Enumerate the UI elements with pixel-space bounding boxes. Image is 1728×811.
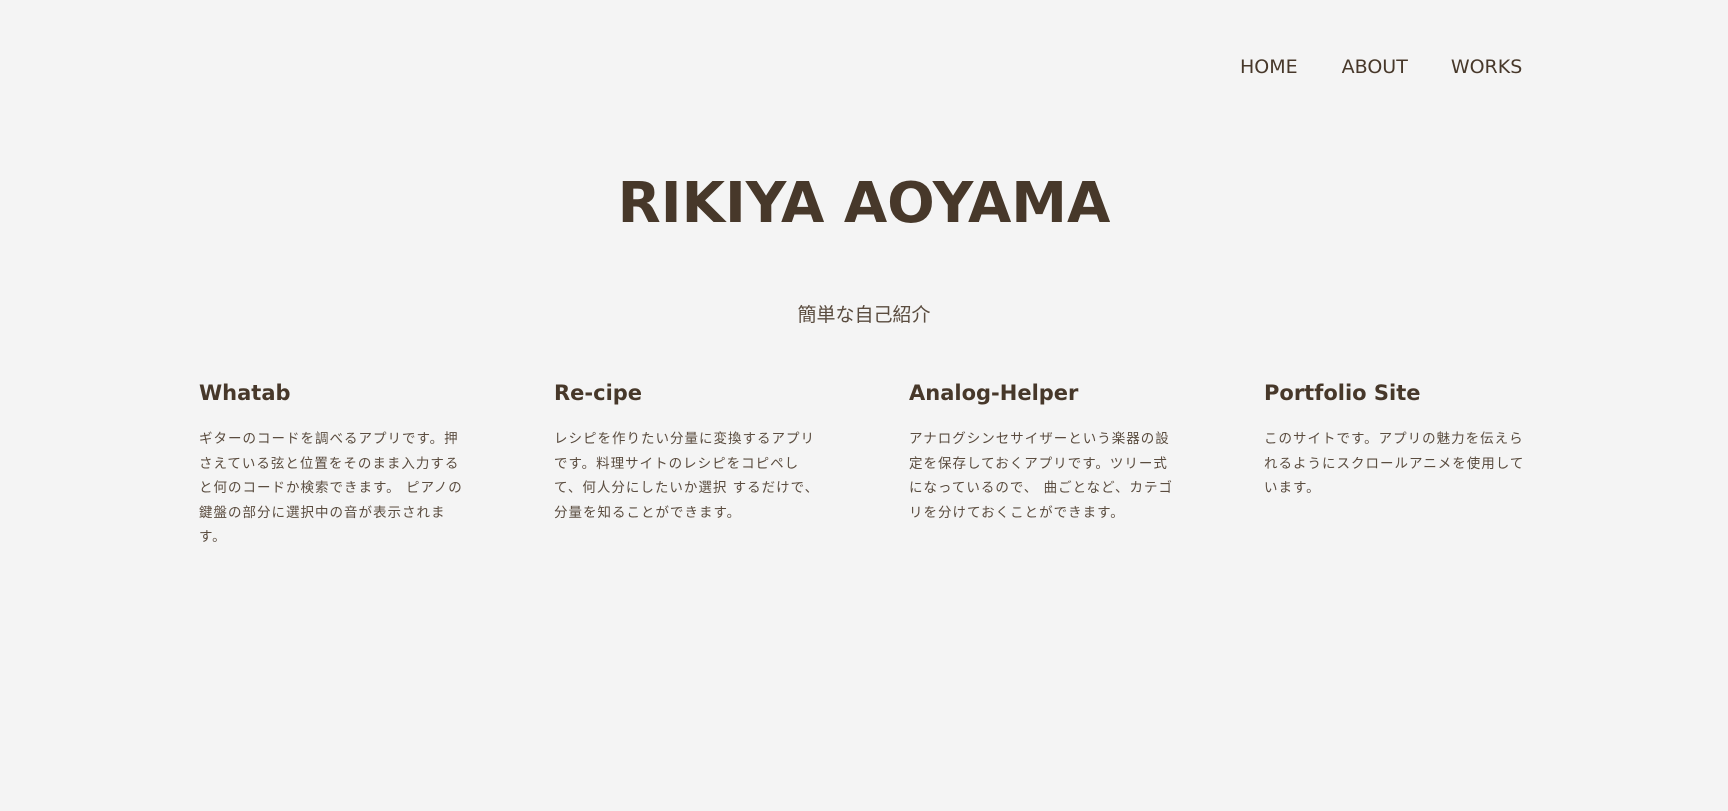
work-description: レシピを作りたい分量に変換するアプリです。料理サイトのレシピをコピペして、何人分…	[554, 431, 820, 521]
work-card-analog-helper: Analog-Helper アナログシンセサイザーという楽器の設定を保存しておく…	[909, 378, 1179, 525]
work-title: Portfolio Site	[1264, 381, 1421, 405]
work-card-re-cipe: Re-cipe レシピを作りたい分量に変換するアプリです。料理サイトのレシピをコ…	[554, 378, 824, 525]
page-subtitle: 簡単な自己紹介	[797, 304, 931, 326]
work-card-portfolio-site: Portfolio Site このサイトです。アプリの魅力を伝えられるようにスク…	[1264, 378, 1534, 501]
work-title: Whatab	[199, 381, 291, 405]
nav-about-link[interactable]: ABOUT	[1342, 55, 1408, 79]
work-description: このサイトです。アプリの魅力を伝えられるようにスクロールアニメを使用しています。	[1264, 431, 1525, 496]
works-section: Whatab ギターのコードを調べるアプリです。押さえている弦と位置をそのまま入…	[199, 378, 1529, 578]
work-card-whatab: Whatab ギターのコードを調べるアプリです。押さえている弦と位置をそのまま入…	[199, 378, 469, 550]
page-title: RIKIYA AOYAMA	[617, 171, 1111, 236]
nav-works-link[interactable]: WORKS	[1451, 55, 1522, 79]
work-title: Re-cipe	[554, 381, 643, 405]
work-description: アナログシンセサイザーという楽器の設定を保存しておくアプリです。ツリー式になって…	[909, 431, 1173, 521]
main-nav: HOME ABOUT WORKS	[1240, 55, 1522, 79]
work-title: Analog-Helper	[909, 381, 1079, 405]
nav-home-link[interactable]: HOME	[1240, 55, 1298, 79]
work-description: ギターのコードを調べるアプリです。押さえている弦と位置をそのまま入力すると何のコ…	[199, 431, 463, 545]
